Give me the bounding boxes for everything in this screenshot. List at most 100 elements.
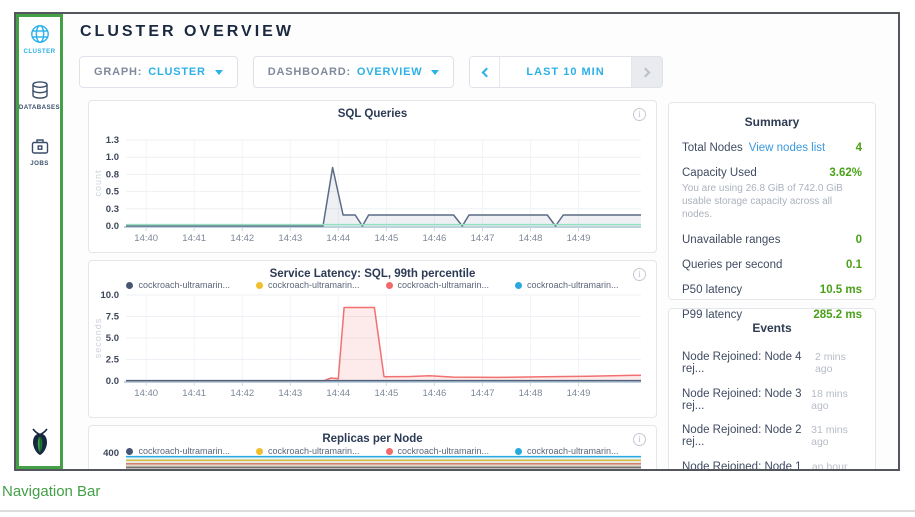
summary-row: Queries per second0.1 bbox=[682, 259, 862, 271]
legend-label: cockroach-ultramarin... bbox=[268, 446, 360, 456]
summary-row-label-group: P99 latency bbox=[682, 309, 742, 321]
y-tick-label: 7.5 bbox=[106, 312, 120, 323]
sidebar-item-jobs[interactable]: JOBS bbox=[29, 135, 51, 167]
legend-label: cockroach-ultramarin... bbox=[138, 280, 230, 290]
y-tick-label: 1.0 bbox=[106, 152, 119, 163]
sql-queries-chart[interactable]: 14:4014:4114:4214:4314:4414:4514:4614:47… bbox=[89, 101, 656, 252]
y-tick-label: 2.5 bbox=[106, 355, 120, 366]
x-tick-label: 14:47 bbox=[471, 388, 495, 399]
dashboard-dropdown-label: DASHBOARD: bbox=[268, 66, 351, 78]
summary-row: Unavailable ranges 0 bbox=[682, 234, 862, 246]
legend-item[interactable]: cockroach-ultramarin... bbox=[515, 446, 619, 456]
y-tick-label: 10.0 bbox=[101, 290, 120, 301]
event-time: an hour ago bbox=[812, 461, 862, 470]
summary-row-label-group: Capacity Used bbox=[682, 167, 757, 179]
y-axis-label: count bbox=[93, 169, 103, 196]
legend-item[interactable]: cockroach-ultramarin... bbox=[386, 280, 490, 290]
legend-dot-icon bbox=[386, 282, 393, 289]
x-tick-label: 14:47 bbox=[471, 233, 495, 244]
summary-row-label: Total Nodes bbox=[682, 142, 743, 154]
events-panel: Events Node Rejoined: Node 4 rej...2 min… bbox=[668, 308, 876, 469]
legend-label: cockroach-ultramarin... bbox=[398, 280, 490, 290]
time-range-prev-button[interactable] bbox=[470, 57, 500, 87]
y-tick-label: 0.0 bbox=[106, 221, 119, 232]
jobs-icon bbox=[29, 135, 51, 157]
info-icon[interactable] bbox=[633, 108, 646, 121]
legend-item[interactable]: cockroach-ultramarin... bbox=[256, 280, 360, 290]
legend-dot-icon bbox=[515, 448, 522, 455]
graph-dropdown[interactable]: GRAPH: CLUSTER bbox=[79, 56, 238, 88]
sidebar-item-label: DATABASES bbox=[19, 104, 60, 111]
x-tick-label: 14:45 bbox=[375, 233, 399, 244]
chart-legend: cockroach-ultramarin... cockroach-ultrama… bbox=[89, 446, 656, 456]
events-rows: Node Rejoined: Node 4 rej...2 mins agoNo… bbox=[682, 351, 862, 469]
dashboard-dropdown-value: OVERVIEW bbox=[357, 66, 423, 78]
y-tick-label: 0.5 bbox=[106, 187, 120, 198]
time-range-next-button[interactable] bbox=[632, 57, 662, 87]
chevron-left-icon bbox=[481, 67, 491, 77]
charts-column: 14:4014:4114:4214:4314:4414:4514:4614:47… bbox=[88, 100, 657, 469]
event-row[interactable]: Node Rejoined: Node 2 rej...31 mins ago bbox=[682, 424, 862, 448]
summary-row-value: 3.62% bbox=[829, 167, 862, 179]
legend-dot-icon bbox=[256, 282, 263, 289]
sidebar-item-databases[interactable]: DATABASES bbox=[19, 79, 60, 111]
summary-row-label: P99 latency bbox=[682, 309, 742, 321]
summary-row-label: Capacity Used bbox=[682, 167, 757, 179]
cluster-globe-icon bbox=[29, 23, 51, 45]
x-tick-label: 14:43 bbox=[278, 388, 302, 399]
event-time: 2 mins ago bbox=[815, 351, 862, 375]
event-text: Node Rejoined: Node 1 rej... bbox=[682, 461, 812, 470]
legend-item[interactable]: cockroach-ultramarin... bbox=[256, 446, 360, 456]
replicas-per-node-chart-card: 400 Replicas per Node cockroach-ultramar… bbox=[88, 425, 657, 469]
summary-row: Capacity Used 3.62% bbox=[682, 167, 862, 179]
sidebar-item-cluster[interactable]: CLUSTER bbox=[23, 23, 55, 55]
legend-label: cockroach-ultramarin... bbox=[398, 446, 490, 456]
legend-item[interactable]: cockroach-ultramarin... bbox=[126, 280, 230, 290]
time-range-label[interactable]: LAST 10 MIN bbox=[500, 57, 631, 87]
chart-title: Service Latency: SQL, 99th percentile bbox=[89, 268, 656, 280]
view-nodes-link[interactable]: View nodes list bbox=[749, 142, 826, 154]
event-row[interactable]: Node Rejoined: Node 3 rej...18 mins ago bbox=[682, 388, 862, 412]
summary-row-label: P50 latency bbox=[682, 284, 742, 296]
x-tick-label: 14:46 bbox=[423, 388, 447, 399]
legend-dot-icon bbox=[515, 282, 522, 289]
y-axis-label: seconds bbox=[93, 318, 103, 359]
legend-dot-icon bbox=[126, 282, 133, 289]
graph-dropdown-label: GRAPH: bbox=[94, 66, 142, 78]
databases-icon bbox=[29, 79, 51, 101]
bottom-divider bbox=[0, 510, 915, 512]
event-row[interactable]: Node Rejoined: Node 4 rej...2 mins ago bbox=[682, 351, 862, 375]
y-tick-label: 0.3 bbox=[106, 204, 119, 215]
event-row[interactable]: Node Rejoined: Node 1 rej...an hour ago bbox=[682, 461, 862, 470]
legend-item[interactable]: cockroach-ultramarin... bbox=[126, 446, 230, 456]
event-text: Node Rejoined: Node 3 rej... bbox=[682, 388, 811, 412]
summary-row-label: Unavailable ranges bbox=[682, 234, 780, 246]
summary-row-label-group: Total Nodes View nodes list bbox=[682, 142, 825, 154]
summary-row-label-group: Queries per second bbox=[682, 259, 782, 271]
chevron-right-icon bbox=[640, 67, 650, 77]
x-tick-label: 14:48 bbox=[519, 388, 543, 399]
legend-item[interactable]: cockroach-ultramarin... bbox=[386, 446, 490, 456]
dashboard-dropdown[interactable]: DASHBOARD: OVERVIEW bbox=[253, 56, 455, 88]
event-time: 18 mins ago bbox=[811, 388, 862, 412]
x-tick-label: 14:48 bbox=[519, 233, 543, 244]
legend-item[interactable]: cockroach-ultramarin... bbox=[515, 280, 619, 290]
graph-dropdown-value: CLUSTER bbox=[148, 66, 206, 78]
sql-queries-chart-card: 14:4014:4114:4214:4314:4414:4514:4614:47… bbox=[88, 100, 657, 253]
series-line-p99-latency-spike-node bbox=[126, 308, 641, 381]
summary-row-label-group: Unavailable ranges bbox=[682, 234, 780, 246]
controls-bar: GRAPH: CLUSTER DASHBOARD: OVERVIEW LAST … bbox=[79, 56, 663, 88]
summary-row-value: 10.5 ms bbox=[820, 284, 862, 296]
summary-row-value: 285.2 ms bbox=[813, 309, 862, 321]
main-content: CLUSTER OVERVIEW GRAPH: CLUSTER DASHBOAR… bbox=[63, 14, 898, 469]
event-text: Node Rejoined: Node 4 rej... bbox=[682, 351, 815, 375]
summary-row-value: 0 bbox=[856, 234, 862, 246]
caret-down-icon bbox=[215, 70, 223, 75]
cockroachdb-logo[interactable] bbox=[27, 427, 53, 462]
sidebar-item-label: CLUSTER bbox=[23, 48, 55, 55]
legend-label: cockroach-ultramarin... bbox=[138, 446, 230, 456]
info-icon[interactable] bbox=[633, 433, 646, 446]
series-area-replicas-node4 bbox=[126, 457, 641, 469]
summary-row: P50 latency 10.5 ms bbox=[682, 284, 862, 296]
right-panel: Summary Total NodesView nodes list4Capac… bbox=[668, 102, 876, 469]
